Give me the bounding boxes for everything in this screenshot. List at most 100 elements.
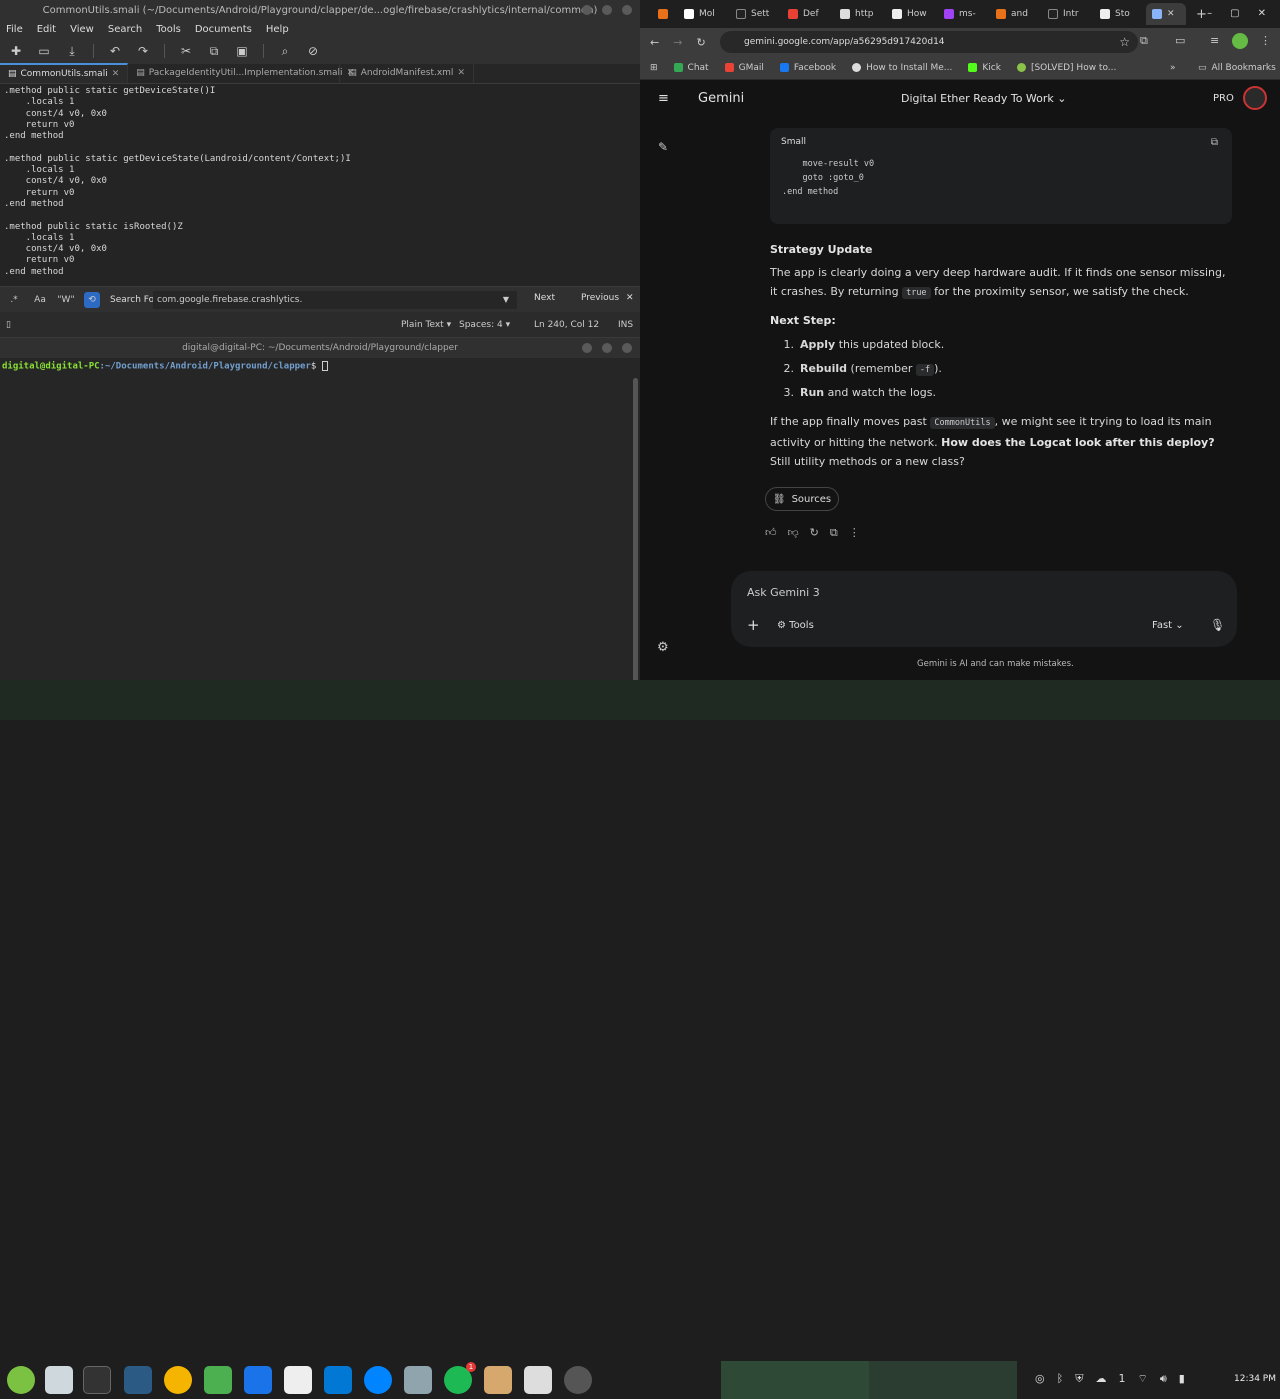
remote-desktop-icon[interactable] xyxy=(244,1366,272,1394)
volume-icon[interactable]: 🔊︎ xyxy=(1160,1372,1167,1386)
messenger-icon[interactable] xyxy=(364,1366,392,1394)
bookmark-chat[interactable]: Chat xyxy=(673,63,709,73)
virtualbox-icon[interactable] xyxy=(404,1366,432,1394)
maximize-button[interactable] xyxy=(602,5,612,15)
browser-tab[interactable]: Mol xyxy=(678,3,726,25)
shield-icon[interactable]: ⛨ xyxy=(1075,1372,1083,1386)
add-attachment-icon[interactable]: + xyxy=(747,616,760,634)
hamburger-icon[interactable]: ≡ xyxy=(658,91,669,106)
task-chrome-files[interactable] xyxy=(795,1361,869,1399)
extensions-icon[interactable]: ⧉ xyxy=(1140,34,1148,48)
menu-documents[interactable]: Documents xyxy=(195,24,252,35)
replace-icon[interactable]: ⊘ xyxy=(306,44,320,58)
close-button[interactable] xyxy=(622,5,632,15)
browser-tab[interactable]: ms- xyxy=(938,3,986,25)
maximize-button[interactable] xyxy=(602,343,612,353)
close-tab-icon[interactable]: ✕ xyxy=(457,68,465,78)
menu-search[interactable]: Search xyxy=(108,24,142,35)
close-tab-icon[interactable]: ✕ xyxy=(1167,9,1175,19)
menu-tools[interactable]: Tools xyxy=(156,24,181,35)
address-bar[interactable]: gemini.google.com/app/a56295d917420d14 ☆ xyxy=(720,31,1138,53)
case-toggle[interactable]: Aa xyxy=(32,292,48,308)
tab-commonutils[interactable]: ▤ CommonUtils.smali ✕ xyxy=(0,63,129,83)
previous-button[interactable]: Previous xyxy=(581,293,619,303)
browser-tab[interactable]: http xyxy=(834,3,882,25)
chat-title-selector[interactable]: Digital Ether Ready To Work ⌄ xyxy=(901,92,1067,105)
close-button[interactable] xyxy=(622,343,632,353)
tab-packageidentity[interactable]: ▤ PackageIdentityUtil...Implementation.sm… xyxy=(128,63,354,83)
bookmark-solved[interactable]: [SOLVED] How to... xyxy=(1016,63,1116,73)
search-icon[interactable]: ⌕ xyxy=(278,44,292,59)
tools-button[interactable]: ⚙ Tools xyxy=(777,620,814,631)
system-monitor-icon[interactable] xyxy=(124,1366,152,1394)
redo-icon[interactable]: ↷ xyxy=(136,44,150,58)
whole-word-toggle[interactable]: "W" xyxy=(57,292,74,308)
minimize-button[interactable] xyxy=(582,5,592,15)
thumbs-up-icon[interactable]: 👍︎ xyxy=(765,526,777,540)
minimize-button[interactable] xyxy=(582,343,592,353)
battery-icon[interactable]: ▮ xyxy=(1179,1372,1185,1386)
coffee-icon[interactable] xyxy=(484,1366,512,1394)
syntax-selector[interactable]: Plain Text ▾ xyxy=(401,320,451,330)
browser-tab[interactable]: How xyxy=(886,3,934,25)
open-file-icon[interactable]: ▭ xyxy=(37,44,51,58)
bookmark-star-icon[interactable]: ☆ xyxy=(1119,31,1130,53)
copy-icon[interactable]: ⧉ xyxy=(207,44,221,59)
cut-icon[interactable]: ✂ xyxy=(179,44,193,58)
browser-tab-active[interactable]: ✕ xyxy=(1146,3,1186,25)
code-editor[interactable]: .method public static getDeviceState()I … xyxy=(0,84,640,286)
chevron-down-icon[interactable]: ▼ xyxy=(503,291,509,309)
text-editor-icon[interactable] xyxy=(524,1366,552,1394)
sidebar-toggle-icon[interactable]: ▯ xyxy=(6,320,11,330)
close-tab-icon[interactable]: ✕ xyxy=(112,69,120,79)
start-menu-icon[interactable] xyxy=(7,1366,35,1394)
terminal[interactable]: digital@digital-PC:~/Documents/Android/P… xyxy=(0,358,640,698)
browser-tab[interactable]: Intr xyxy=(1042,3,1090,25)
prompt-input[interactable]: Ask Gemini 3 xyxy=(747,586,820,599)
bluetooth-icon[interactable]: ᛒ xyxy=(1057,1372,1064,1386)
more-bookmarks-icon[interactable]: » xyxy=(1170,63,1176,73)
thumbs-down-icon[interactable]: 👎︎ xyxy=(788,526,799,540)
bookmark-facebook[interactable]: Facebook xyxy=(779,63,836,73)
browser-tab[interactable]: and xyxy=(990,3,1038,25)
cast-icon[interactable]: ▭ xyxy=(1175,34,1185,47)
apps-grid-icon[interactable]: ⊞ xyxy=(650,63,658,73)
close-window-icon[interactable]: ✕ xyxy=(1258,8,1266,19)
new-chat-icon[interactable]: ✎ xyxy=(658,140,668,154)
forward-icon[interactable]: → xyxy=(673,36,682,49)
bookmark-gmail[interactable]: GMail xyxy=(724,63,764,73)
menu-help[interactable]: Help xyxy=(266,24,289,35)
new-file-icon[interactable]: ✚ xyxy=(9,44,23,58)
file-manager-icon[interactable] xyxy=(45,1366,73,1394)
back-icon[interactable]: ← xyxy=(650,36,659,49)
regex-toggle[interactable]: .* xyxy=(6,292,22,308)
chat-app-icon[interactable] xyxy=(204,1366,232,1394)
browser-tab[interactable] xyxy=(652,3,674,25)
menu-kebab-icon[interactable]: ⋮ xyxy=(1260,34,1271,47)
menu-edit[interactable]: Edit xyxy=(37,24,56,35)
paste-icon[interactable]: ▣ xyxy=(235,44,249,58)
all-bookmarks[interactable]: ▭ All Bookmarks xyxy=(1198,63,1276,73)
browser-tab[interactable]: Sett xyxy=(730,3,778,25)
undo-icon[interactable]: ↶ xyxy=(108,44,122,58)
browser-tab[interactable]: Sto xyxy=(1094,3,1142,25)
reload-icon[interactable]: ↻ xyxy=(696,36,705,49)
browser-tab[interactable]: Def xyxy=(782,3,830,25)
gemini-brand[interactable]: Gemini xyxy=(698,91,744,106)
chrome-icon[interactable] xyxy=(164,1366,192,1394)
menu-view[interactable]: View xyxy=(70,24,94,35)
bookmark-howto[interactable]: How to Install Me... xyxy=(852,63,952,73)
avatar[interactable] xyxy=(1243,86,1267,110)
save-icon[interactable]: ⤓ xyxy=(65,44,79,59)
spaces-selector[interactable]: Spaces: 4 ▾ xyxy=(459,320,510,330)
more-options-icon[interactable]: ⋮ xyxy=(849,526,860,540)
outlook-icon[interactable] xyxy=(324,1366,352,1394)
search-input[interactable]: com.google.firebase.crashlytics. ▼ xyxy=(153,291,517,309)
tab-androidmanifest[interactable]: ▤ AndroidManifest.xml ✕ xyxy=(340,63,474,83)
workspace-3[interactable] xyxy=(869,1361,943,1399)
sources-button[interactable]: ⛓ Sources xyxy=(765,487,839,511)
cloud-icon[interactable]: ☁ xyxy=(1095,1372,1106,1386)
close-search-icon[interactable]: ✕ xyxy=(626,293,634,303)
bookmark-kick[interactable]: Kick xyxy=(968,63,1001,73)
terminal-scrollbar[interactable] xyxy=(633,378,638,688)
